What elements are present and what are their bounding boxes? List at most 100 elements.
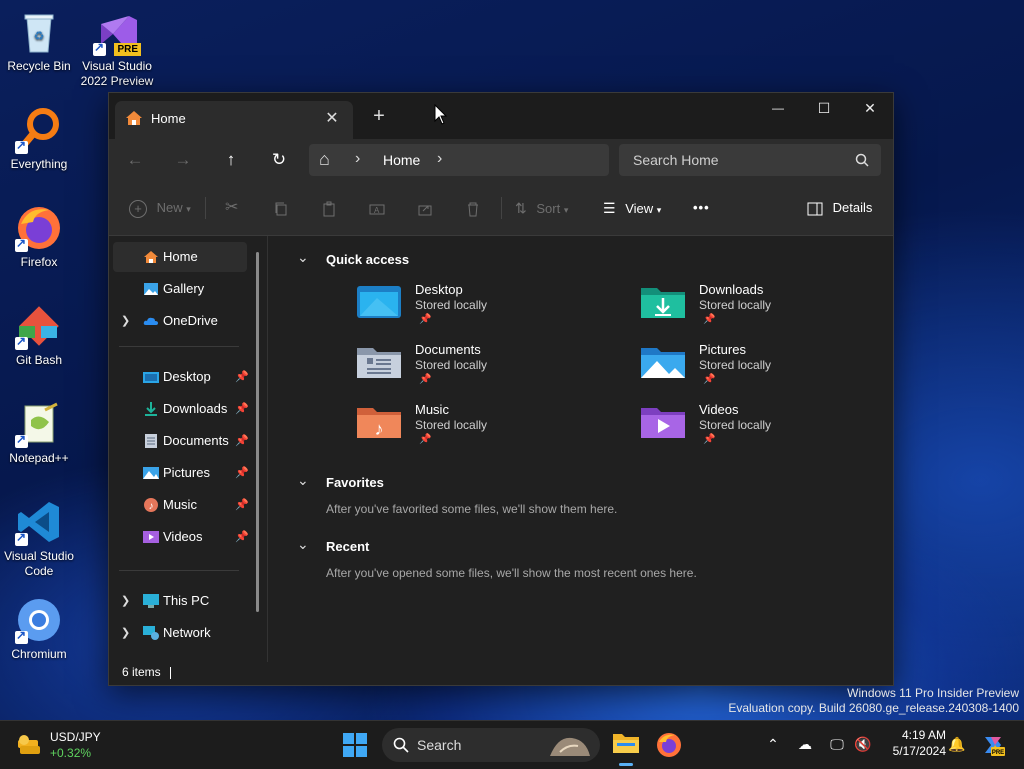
quick-access-item-desktop[interactable]: Desktop Stored locally 📌 (357, 280, 597, 332)
item-name: Desktop (415, 282, 463, 297)
sidebar-item-onedrive[interactable]: ❯ OneDrive (113, 306, 247, 336)
taskbar-file-explorer[interactable] (609, 726, 643, 766)
desktop-icon-chromium[interactable]: Chromium (1, 596, 77, 662)
sidebar-item-this-pc[interactable]: ❯ This PC (113, 586, 247, 616)
shortcut-arrow-icon (15, 138, 28, 154)
address-home-icon[interactable]: ⌂ (319, 149, 330, 170)
collapse-chevron-icon[interactable]: ⌄ (297, 536, 309, 553)
start-button[interactable] (340, 730, 370, 760)
copilot-icon[interactable]: PRE (981, 733, 1005, 757)
address-bar[interactable]: ⌂ › Home › (309, 144, 609, 176)
breadcrumb-chevron-icon[interactable]: › (437, 150, 442, 168)
paste-button[interactable] (321, 195, 337, 221)
details-pane-button[interactable]: Details (807, 195, 872, 221)
sidebar-item-desktop[interactable]: Desktop 📌 (113, 362, 249, 392)
quick-access-item-downloads[interactable]: Downloads Stored locally 📌 (641, 280, 881, 332)
show-hidden-icons-chevron-icon[interactable]: ⌃ (764, 735, 782, 753)
rename-button[interactable]: A (369, 195, 385, 221)
desktop-icon-everything[interactable]: Everything (1, 106, 77, 172)
svg-text:♻: ♻ (34, 29, 45, 43)
copy-icon (275, 202, 287, 216)
widgets-button[interactable]: USD/JPY +0.32% (14, 727, 114, 763)
delete-button[interactable] (465, 195, 481, 221)
mouse-cursor-icon (434, 104, 448, 125)
pin-icon: 📌 (419, 434, 432, 445)
gallery-icon (144, 283, 158, 295)
copy-button[interactable] (273, 195, 289, 221)
item-name: Music (415, 402, 449, 417)
sidebar-item-music[interactable]: ♪ Music 📌 (113, 490, 249, 520)
sidebar-item-label: OneDrive (163, 313, 218, 328)
item-name: Downloads (699, 282, 764, 297)
quick-access-item-videos[interactable]: Videos Stored locally 📌 (641, 400, 881, 452)
expand-chevron-icon[interactable]: ❯ (121, 306, 130, 336)
volume-muted-icon[interactable]: 🔇 (854, 735, 872, 753)
navigation-pane: Home Gallery ❯ OneDrive Desktop 📌 Downlo… (109, 236, 268, 662)
recent-header[interactable]: Recent (326, 539, 369, 554)
expand-chevron-icon[interactable]: ❯ (121, 618, 130, 648)
quick-access-item-pictures[interactable]: Pictures Stored locally 📌 (641, 340, 881, 392)
minimize-button[interactable]: — (755, 93, 801, 123)
desktop-icon-label: Notepad++ (9, 451, 69, 465)
taskbar-firefox[interactable] (652, 726, 686, 766)
desktop-icon-notepad-plus-plus[interactable]: Notepad++ (1, 400, 77, 466)
rename-icon: A (369, 204, 385, 215)
search-input[interactable]: Search Home (633, 152, 719, 168)
sidebar-item-videos[interactable]: Videos 📌 (113, 522, 249, 552)
everything-icon (15, 106, 63, 154)
sidebar-item-pictures[interactable]: Pictures 📌 (113, 458, 249, 488)
forward-button[interactable]: → (168, 145, 198, 175)
desktop-icon-visual-studio-2022-preview[interactable]: PRE Visual Studio 2022 Preview (79, 8, 155, 89)
currency-widget-icon (18, 735, 40, 754)
sidebar-item-home[interactable]: Home (113, 242, 247, 272)
desktop-icon-recycle-bin[interactable]: ♻ Recycle Bin (1, 8, 77, 74)
quick-access-item-documents[interactable]: Documents Stored locally 📌 (357, 340, 597, 392)
expand-chevron-icon[interactable]: ❯ (121, 586, 130, 616)
close-button[interactable]: ✕ (847, 93, 893, 123)
cut-button[interactable]: ✂ (225, 195, 238, 221)
shortcut-arrow-icon (15, 236, 28, 252)
back-button[interactable]: ← (120, 145, 150, 175)
breadcrumb-separator-icon[interactable]: › (355, 150, 360, 168)
desktop-icon-visual-studio-code[interactable]: Visual Studio Code (1, 498, 77, 579)
sidebar-scrollbar[interactable] (256, 252, 259, 612)
maximize-button[interactable]: ☐ (801, 93, 847, 123)
new-button[interactable]: + New ▾ (129, 195, 191, 221)
collapse-chevron-icon[interactable]: ⌄ (297, 249, 309, 266)
sort-button[interactable]: ⇅ Sort ▾ (515, 195, 568, 221)
tab-close-button[interactable]: ✕ (321, 108, 343, 130)
sidebar-item-documents[interactable]: Documents 📌 (113, 426, 249, 456)
pin-icon: 📌 (703, 374, 716, 385)
desktop-icon-firefox[interactable]: Firefox (1, 204, 77, 270)
desktop-icon-label: Visual Studio (82, 59, 152, 73)
toolbar-divider (501, 197, 502, 219)
sidebar-item-label: Home (163, 249, 198, 264)
sidebar-divider (119, 570, 239, 571)
network-icon[interactable]: 🖵 (828, 735, 846, 753)
collapse-chevron-icon[interactable]: ⌄ (297, 472, 309, 489)
sidebar-item-downloads[interactable]: Downloads 📌 (113, 394, 249, 424)
chevron-down-icon: ▾ (656, 205, 662, 215)
taskbar-search-box[interactable]: Search (382, 728, 600, 762)
clock-time: 4:19 AM (901, 728, 946, 742)
quick-access-header[interactable]: Quick access (326, 252, 409, 267)
quick-access-item-music[interactable]: ♪ Music Stored locally 📌 (357, 400, 597, 452)
music-icon: ♪ (144, 498, 158, 512)
up-button[interactable]: ↑ (216, 145, 246, 175)
notification-bell-icon[interactable]: 🔔 (948, 735, 966, 753)
refresh-button[interactable]: ↻ (264, 145, 294, 175)
tab-home[interactable]: Home ✕ (115, 101, 353, 139)
breadcrumb-home[interactable]: Home (383, 152, 420, 168)
onedrive-sync-icon[interactable]: ☁ (796, 735, 814, 753)
toolbar-divider (205, 197, 206, 219)
sidebar-item-gallery[interactable]: Gallery (113, 274, 247, 304)
new-tab-button[interactable]: + (367, 105, 391, 129)
clock[interactable]: 4:19 AM 5/17/2024 (882, 727, 946, 759)
favorites-header[interactable]: Favorites (326, 475, 384, 490)
share-button[interactable] (417, 195, 433, 221)
see-more-button[interactable]: ••• (693, 195, 710, 221)
view-button[interactable]: ☰ View ▾ (603, 195, 661, 221)
sidebar-item-network[interactable]: ❯ Network (113, 618, 247, 648)
desktop-icon-git-bash[interactable]: Git Bash (1, 302, 77, 368)
search-box[interactable]: Search Home (619, 144, 881, 176)
